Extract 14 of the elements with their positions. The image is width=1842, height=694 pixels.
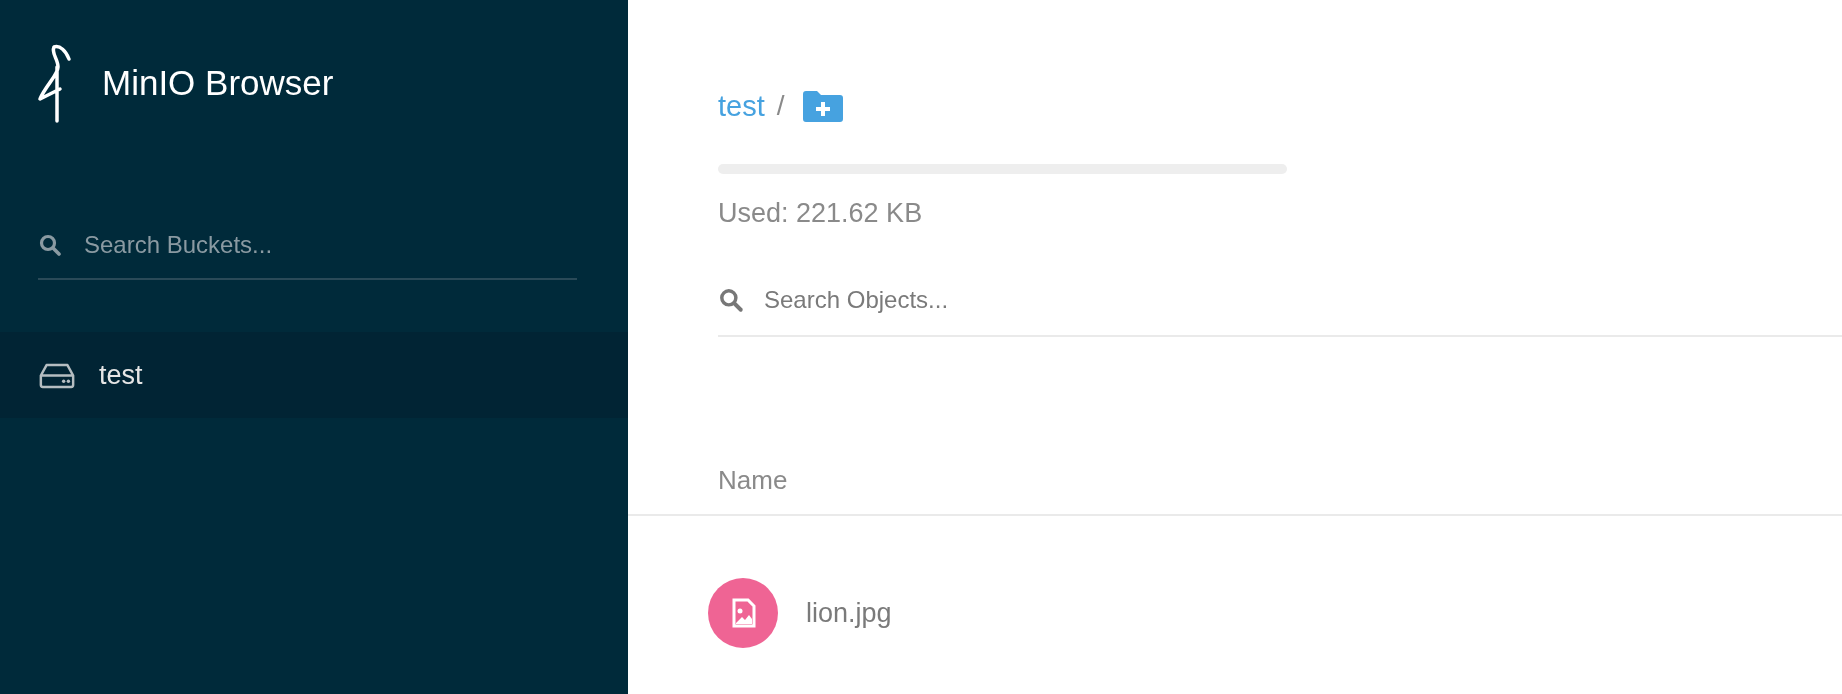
bucket-search-field[interactable]: Search Buckets... <box>82 230 486 260</box>
folder-plus-icon[interactable] <box>802 90 843 122</box>
breadcrumb-separator: / <box>776 90 785 122</box>
object-search-field[interactable]: Search Objects... <box>762 285 1266 315</box>
file-name[interactable]: lion.jpg <box>806 597 892 629</box>
column-header[interactable]: Name <box>718 465 788 495</box>
search-icon <box>718 287 744 313</box>
image-file-icon <box>708 578 778 648</box>
bucket-item[interactable]: test <box>0 332 628 418</box>
search-icon <box>38 233 62 257</box>
app-title: MinIO Browser <box>102 63 334 103</box>
drive-icon <box>38 361 76 389</box>
storage-used-label: Used: 221.62 KB <box>718 198 924 229</box>
breadcrumb-link[interactable]: test <box>718 89 765 123</box>
